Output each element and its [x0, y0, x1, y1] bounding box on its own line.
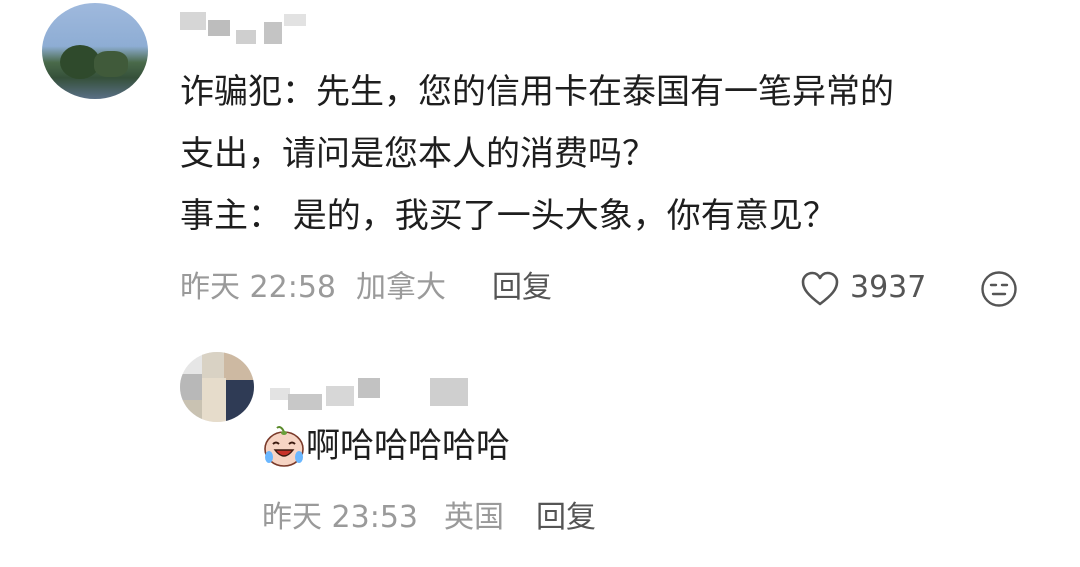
- comment-text-line-2: 支出，请问是您本人的消费吗？: [180, 134, 656, 174]
- reply-text: 啊哈哈哈哈哈: [306, 426, 510, 466]
- reply-reply-button[interactable]: 回复: [536, 500, 596, 536]
- replier-avatar[interactable]: [180, 352, 254, 422]
- comment-like-count: 3937: [850, 270, 927, 305]
- laughing-crying-emoji-icon: [262, 424, 306, 468]
- commenter-username-blurred[interactable]: [180, 8, 320, 48]
- comment-text-line-1: 诈骗犯：先生，您的信用卡在泰国有一笔异常的: [180, 72, 894, 112]
- replier-username-blurred[interactable]: [270, 374, 470, 414]
- face-icon[interactable]: [980, 270, 1018, 308]
- comment-reply-button[interactable]: 回复: [492, 270, 552, 306]
- comment-text-line-3: 事主： 是的，我买了一头大象，你有意见？: [180, 196, 837, 236]
- heart-outline-icon[interactable]: [800, 270, 840, 308]
- commenter-avatar[interactable]: [42, 3, 148, 99]
- comment-location: 加拿大: [356, 270, 446, 305]
- comment-timestamp: 昨天 22:58: [180, 270, 336, 305]
- reply-location: 英国: [444, 500, 504, 535]
- reply-timestamp: 昨天 23:53: [262, 500, 418, 535]
